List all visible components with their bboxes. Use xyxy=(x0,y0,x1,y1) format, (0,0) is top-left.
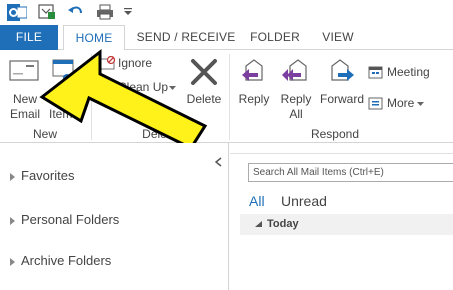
folder-label: Archive Folders xyxy=(21,253,112,268)
main-area: Favorites Personal Folders Archive Folde… xyxy=(0,143,453,290)
group-header-today[interactable]: Today xyxy=(240,214,453,235)
divider xyxy=(230,153,453,154)
collapse-group-icon xyxy=(255,221,262,227)
folder-label: Personal Folders xyxy=(21,212,120,227)
folder-archive-folders[interactable]: Archive Folders xyxy=(10,253,111,268)
folder-label: Favorites xyxy=(21,168,75,183)
search-input[interactable]: Search All Mail Items (Ctrl+E) xyxy=(248,163,453,182)
folder-personal-folders[interactable]: Personal Folders xyxy=(10,212,119,227)
group-today-label: Today xyxy=(267,218,299,230)
filter-all[interactable]: All xyxy=(249,193,265,209)
expand-icon xyxy=(10,216,15,225)
collapse-pane-icon[interactable] xyxy=(215,157,222,167)
expand-icon xyxy=(10,257,15,266)
folder-pane: Favorites Personal Folders Archive Folde… xyxy=(0,143,229,290)
expand-icon xyxy=(10,172,15,181)
filter-unread[interactable]: Unread xyxy=(281,193,327,209)
folder-favorites[interactable]: Favorites xyxy=(10,168,74,183)
